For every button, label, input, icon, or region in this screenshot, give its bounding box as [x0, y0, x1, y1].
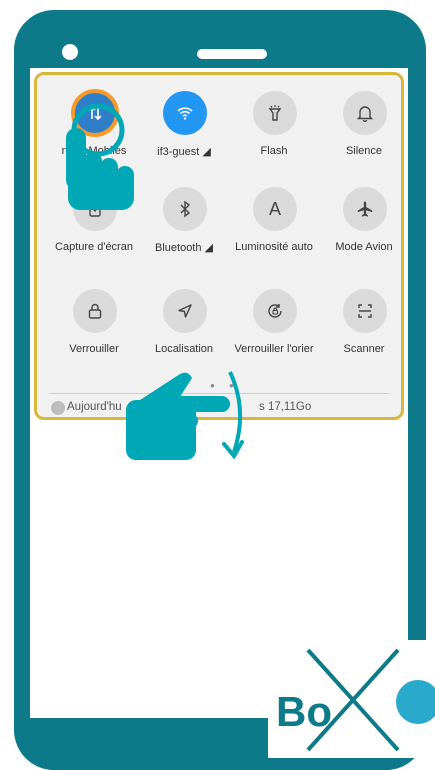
data-usage-text: Aujourd'hu: [67, 401, 122, 413]
tap-hand-icon: [66, 103, 134, 210]
rotation-lock-icon: [253, 289, 297, 333]
bell-icon: [343, 91, 387, 135]
location-icon: [163, 289, 207, 333]
data-usage-amount: s 17,11Go: [259, 401, 312, 413]
tile-location[interactable]: Localisation: [139, 281, 229, 371]
tile-label: Silence: [345, 145, 383, 157]
speaker-slot: [197, 49, 267, 59]
tile-lock[interactable]: Verrouiller: [49, 281, 139, 371]
flashlight-icon: [253, 91, 297, 135]
camera-dot: [62, 44, 78, 60]
tile-label: Scanner: [343, 343, 385, 355]
scanner-icon: [343, 289, 387, 333]
airplane-icon: [343, 187, 387, 231]
bluetooth-icon: [163, 187, 207, 231]
data-usage-icon: [51, 401, 65, 415]
tile-auto-brightness[interactable]: A Luminosité auto: [229, 179, 319, 269]
tile-label: Mode Avion: [335, 241, 393, 253]
tile-silence[interactable]: Silence: [319, 83, 409, 173]
lock-icon: [73, 289, 117, 333]
tile-airplane-mode[interactable]: Mode Avion: [319, 179, 409, 269]
tile-rotation-lock[interactable]: Verrouiller l'orier: [229, 281, 319, 371]
swipe-hand-icon: [126, 371, 244, 460]
auto-brightness-icon: A: [253, 187, 297, 231]
wifi-icon: [163, 91, 207, 135]
box-logo: Bo: [268, 640, 435, 758]
tile-scanner[interactable]: Scanner: [319, 281, 409, 371]
logo-text: Bo: [276, 688, 332, 735]
tile-flash[interactable]: Flash: [229, 83, 319, 173]
